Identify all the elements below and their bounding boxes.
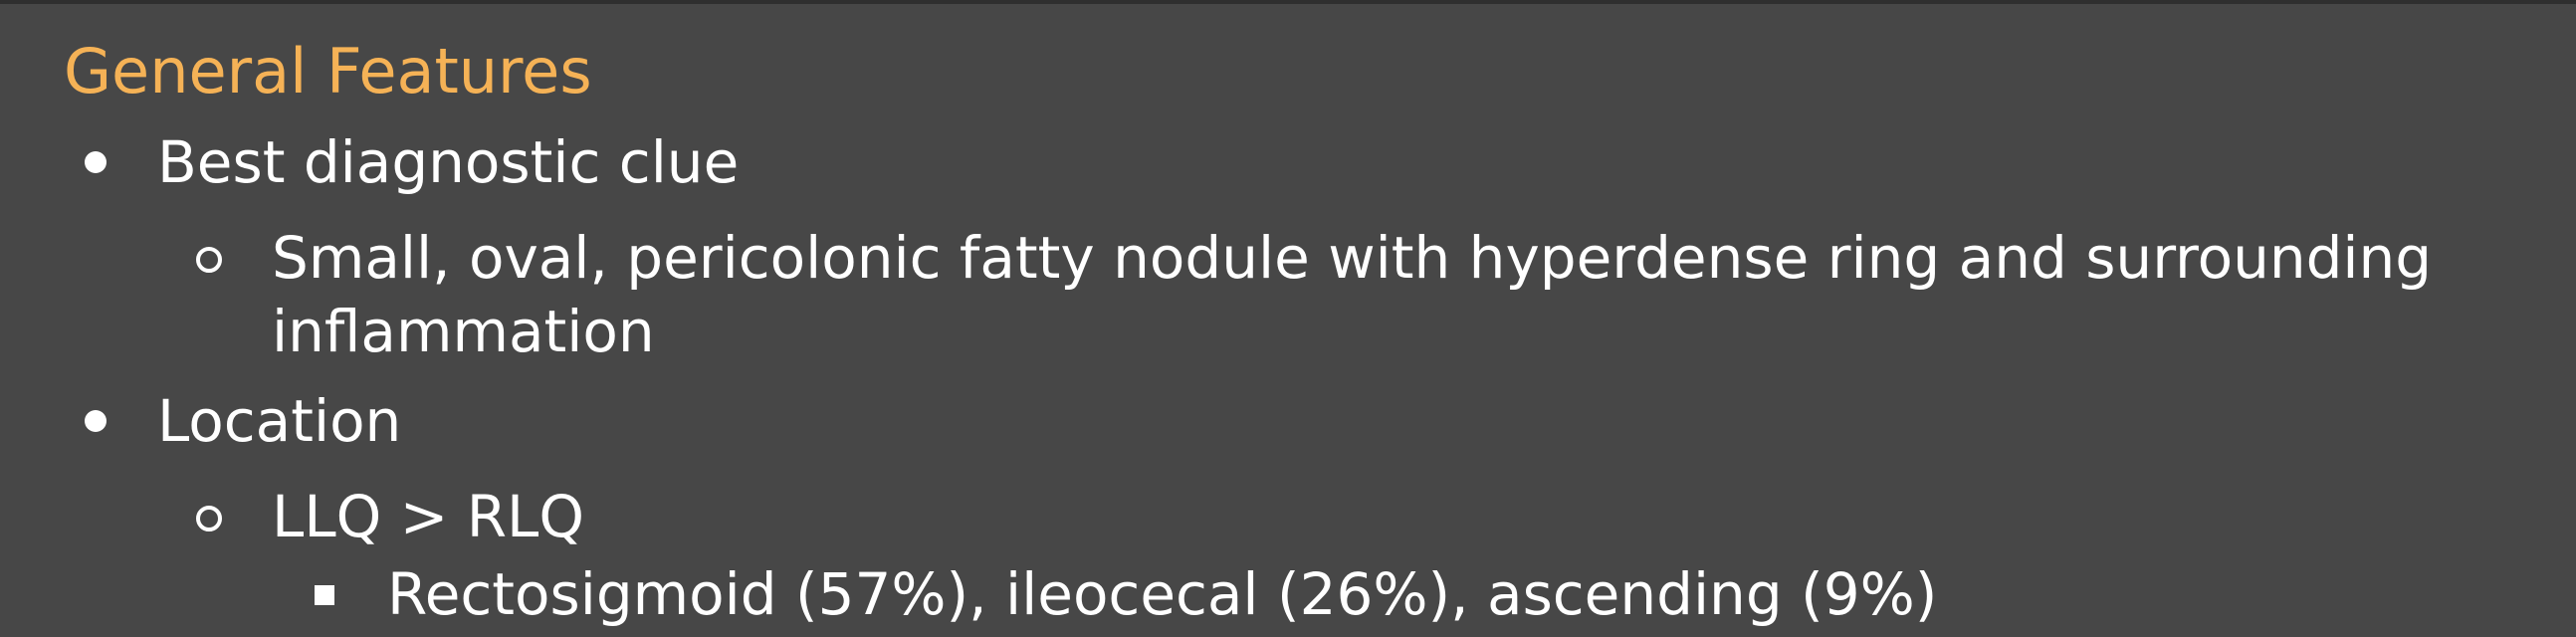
sub-bullet-description-line1: Small, oval, pericolonic fatty nodule wi… xyxy=(272,224,2433,292)
bullet-square-icon xyxy=(315,585,334,605)
sub-bullet-description-line2: inflammation xyxy=(272,298,655,365)
slide: General Features Best diagnostic clue Sm… xyxy=(0,0,2576,637)
sub-bullet-llq-rlq: LLQ > RLQ xyxy=(272,483,585,550)
bullet-disc-icon xyxy=(85,410,107,432)
bullet-circle-icon xyxy=(196,506,222,531)
bullet-circle-icon xyxy=(196,247,222,273)
sub-sub-bullet-distribution: Rectosigmoid (57%), ileocecal (26%), asc… xyxy=(387,560,1938,628)
bullet-location: Location xyxy=(157,387,402,455)
bullet-best-diagnostic-clue: Best diagnostic clue xyxy=(157,128,740,196)
bullet-disc-icon xyxy=(85,151,107,173)
slide-title: General Features xyxy=(64,35,592,107)
